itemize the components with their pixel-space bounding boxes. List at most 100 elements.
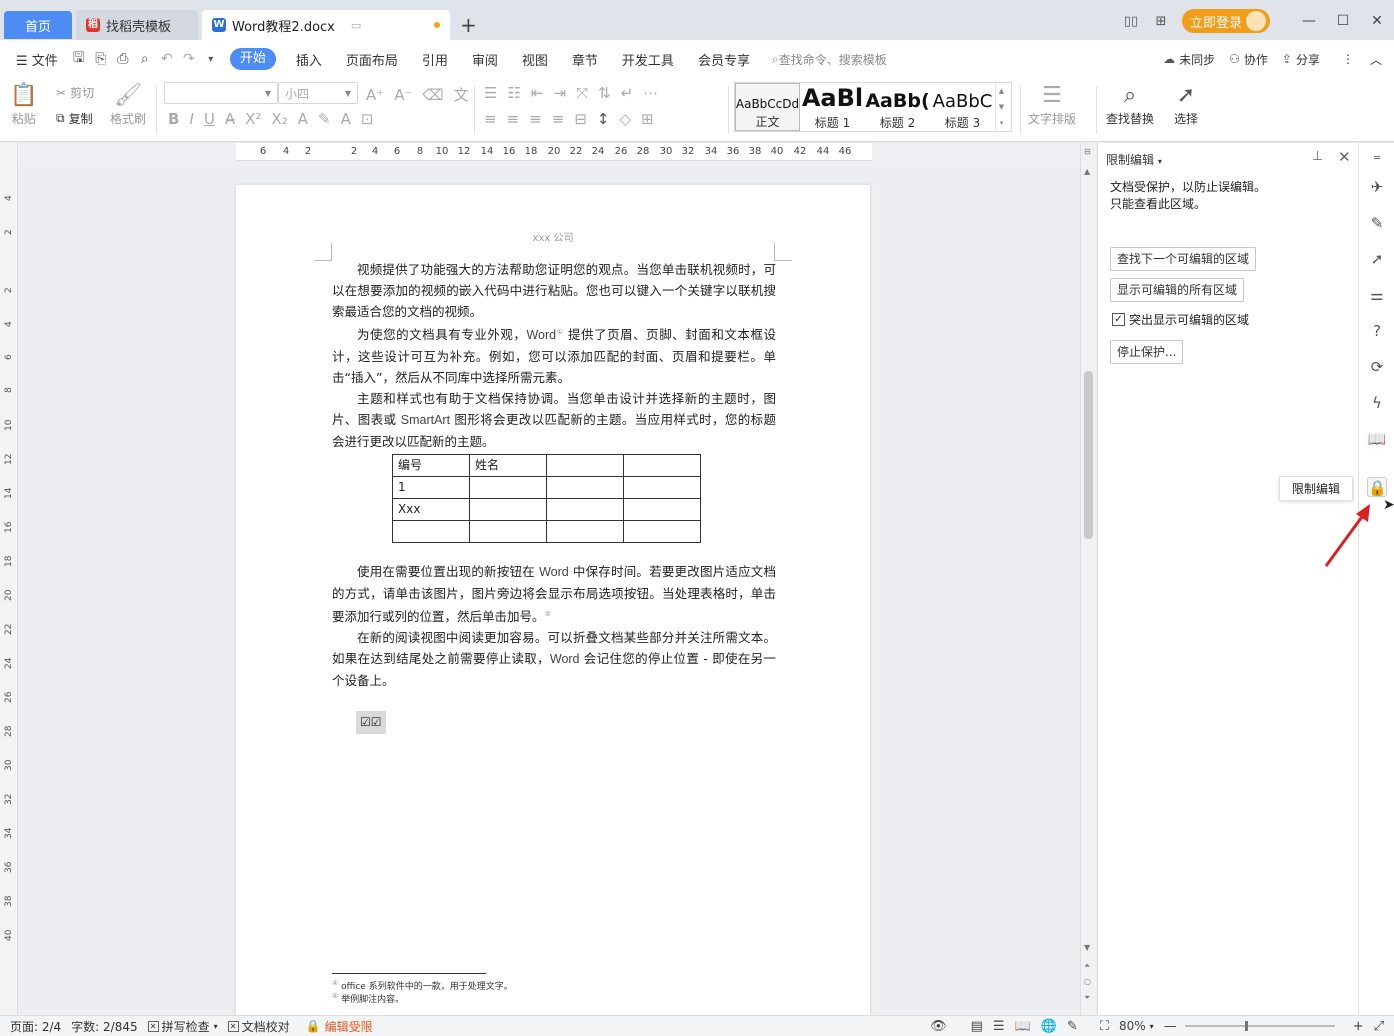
undo-icon[interactable]: ↶ xyxy=(156,51,178,67)
lightning-icon[interactable]: ϟ xyxy=(1367,393,1387,413)
numbered-list-icon[interactable]: ☷ xyxy=(507,84,520,102)
document-page[interactable]: xxx 公司 视频提供了功能强大的方法帮助您证明您的观点。当您单击联机视频时，可… xyxy=(236,185,870,1015)
checkbox-checked-icon[interactable]: ✓ xyxy=(1112,313,1125,326)
show-marks-icon[interactable]: ↵ xyxy=(621,84,634,102)
prev-page-icon[interactable]: ⏶ xyxy=(1084,961,1090,971)
panel-title[interactable]: 限制编辑 ▾ xyxy=(1106,151,1162,168)
page-header[interactable]: xxx 公司 xyxy=(236,229,870,244)
copy-button[interactable]: ⧉ 复制 xyxy=(56,110,93,127)
help-icon[interactable]: ? xyxy=(1367,321,1387,341)
menu-references[interactable]: 引用 xyxy=(410,50,460,69)
book-icon[interactable]: 📖 xyxy=(1367,429,1387,449)
zoom-slider-handle[interactable] xyxy=(1244,1021,1248,1031)
phonetic-icon[interactable]: 文 xyxy=(454,84,469,105)
borders-icon[interactable]: ⊞ xyxy=(641,110,654,128)
chevron-down-icon[interactable]: ▼ xyxy=(999,103,1004,111)
expand-icon[interactable]: ▾ xyxy=(1000,119,1004,127)
styles-scroll[interactable]: ▲ ▼ ▾ xyxy=(995,83,1007,131)
zoom-out-icon[interactable]: — xyxy=(1164,1019,1177,1034)
pen-icon[interactable]: ✎ xyxy=(1367,213,1387,233)
decrease-indent-icon[interactable]: ⇤ xyxy=(531,84,544,102)
fit-page-icon[interactable]: ⛶ xyxy=(1100,1019,1109,1034)
minimize-button[interactable]: — xyxy=(1292,13,1326,29)
maximize-button[interactable]: ☐ xyxy=(1326,13,1360,29)
footnote[interactable]: ① office 系列软件中的一款，用于处理文字。 xyxy=(332,979,513,992)
print-icon[interactable]: ⎙ xyxy=(112,51,134,67)
menu-file[interactable]: ☰ 文件 xyxy=(0,50,68,69)
paste-button[interactable]: 📋 粘贴 xyxy=(10,82,37,127)
superscript-icon[interactable]: X² xyxy=(245,110,261,128)
document-area[interactable]: xxx 公司 视频提供了功能强大的方法帮助您证明您的观点。当您单击联机视频时，可… xyxy=(18,161,1080,1015)
read-view-icon[interactable]: 📖 xyxy=(1015,1019,1031,1034)
table-cell[interactable]: 1 xyxy=(392,476,470,500)
expand-statusbar-icon[interactable]: ⤢ xyxy=(1374,1019,1384,1034)
vertical-ruler[interactable]: 4 2 2 4 6 8 10 12 14 16 18 20 22 24 26 2… xyxy=(0,143,18,1015)
scrollbar-thumb[interactable] xyxy=(1084,371,1093,539)
table-cell[interactable]: 编号 xyxy=(392,454,470,478)
increase-indent-icon[interactable]: ⇥ xyxy=(553,84,566,102)
lock-icon[interactable]: 🔒 xyxy=(1367,477,1387,497)
tab-marks-icon[interactable]: ⋯ xyxy=(643,84,658,102)
export-pdf-icon[interactable]: ⎘ xyxy=(90,51,112,67)
table-cell[interactable] xyxy=(392,520,470,544)
highlight-editable-checkbox[interactable]: ✓ 突出显示可编辑的区域 xyxy=(1112,311,1249,328)
cut-button[interactable]: ✂ 剪切 xyxy=(56,84,94,101)
text-effect-icon[interactable]: A xyxy=(298,110,308,128)
table-cell[interactable] xyxy=(546,454,624,478)
collapse-ribbon-icon[interactable]: ︿ xyxy=(1370,51,1382,68)
layout-icon[interactable]: ▯▯ xyxy=(1119,11,1143,31)
format-painter-button[interactable]: 🖌 格式刷 xyxy=(110,82,146,127)
redo-icon[interactable]: ↷ xyxy=(178,51,200,67)
web-view-icon[interactable]: 🌐 xyxy=(1041,1019,1057,1034)
paragraph[interactable]: 为使您的文档具有专业外观，Word① 提供了页眉、页脚、封面和文本框设计，这些设… xyxy=(332,322,776,388)
distribute-icon[interactable]: ⊟ xyxy=(574,110,587,128)
share-button[interactable]: ⇪ 分享 xyxy=(1282,51,1320,68)
zoom-level[interactable]: 80% xyxy=(1119,1019,1146,1033)
command-search[interactable]: ⌕ 查找命令、搜索模板 xyxy=(772,51,887,68)
tab-home[interactable]: 首页 xyxy=(4,11,72,39)
table-cell[interactable] xyxy=(469,520,547,544)
show-all-editable-button[interactable]: 显示可编辑的所有区域 xyxy=(1110,278,1245,302)
strikethrough-icon[interactable]: A̶ xyxy=(225,110,235,128)
bold-icon[interactable]: B xyxy=(168,110,179,128)
align-right-icon[interactable]: ≡ xyxy=(529,110,542,128)
style-heading-1[interactable]: AaBl 标题 1 xyxy=(800,83,865,131)
font-shrink-icon[interactable]: A⁻ xyxy=(394,86,412,104)
editing-restricted-button[interactable]: 🔒 编辑受限 xyxy=(306,1018,373,1035)
sync-button[interactable]: ☁ 未同步 xyxy=(1163,51,1215,68)
bullet-list-icon[interactable]: ☰ xyxy=(484,84,497,102)
more-icon[interactable]: ⋮ xyxy=(1342,52,1354,66)
menu-insert[interactable]: 插入 xyxy=(284,50,334,69)
table-cell[interactable] xyxy=(623,476,701,500)
sort-icon[interactable]: ⇅ xyxy=(598,84,611,102)
spell-check-button[interactable]: ✕ 拼写检查 ▾ xyxy=(147,1018,218,1035)
menu-view[interactable]: 视图 xyxy=(510,50,560,69)
write-mode-icon[interactable]: ✎ xyxy=(1067,1019,1078,1034)
zoom-slider[interactable] xyxy=(1184,1021,1335,1031)
menu-review[interactable]: 审阅 xyxy=(460,50,510,69)
table-cell[interactable] xyxy=(546,476,624,500)
login-button[interactable]: 立即登录 xyxy=(1181,9,1270,33)
table-cell[interactable] xyxy=(546,520,624,544)
backup-icon[interactable]: ⟳ xyxy=(1367,357,1387,377)
style-heading-2[interactable]: AaBb( 标题 2 xyxy=(865,83,930,131)
outline-view-icon[interactable]: ☰ xyxy=(993,1019,1005,1034)
font-name-combo[interactable]: ▼ xyxy=(164,82,278,104)
table-cell[interactable] xyxy=(623,520,701,544)
monitor-icon[interactable]: ▭ xyxy=(351,19,361,32)
table-cell[interactable]: Xxx xyxy=(392,498,470,522)
table-cell[interactable] xyxy=(546,498,624,522)
table-cell[interactable]: 姓名 xyxy=(469,454,547,478)
paragraph[interactable]: 主题和样式也有助于文档保持协调。当您单击设计并选择新的主题时，图片、图表或 Sm… xyxy=(332,388,776,452)
doc-proofread-button[interactable]: ✕ 文档校对 xyxy=(227,1018,290,1035)
line-spacing-icon[interactable]: ↕ xyxy=(597,110,610,128)
char-border-icon[interactable]: ⊡ xyxy=(361,110,374,128)
align-center-icon[interactable]: ≡ xyxy=(507,110,520,128)
browse-object-icon[interactable]: ○ xyxy=(1084,977,1091,986)
style-heading-3[interactable]: AaBbC 标题 3 xyxy=(930,83,995,131)
menu-chapter[interactable]: 章节 xyxy=(560,50,610,69)
italic-icon[interactable]: I xyxy=(189,110,193,128)
underline-icon[interactable]: U xyxy=(204,110,215,128)
align-left-icon[interactable]: ≡ xyxy=(484,110,497,128)
sidebar-collapse-icon[interactable]: ═ xyxy=(1367,149,1387,169)
